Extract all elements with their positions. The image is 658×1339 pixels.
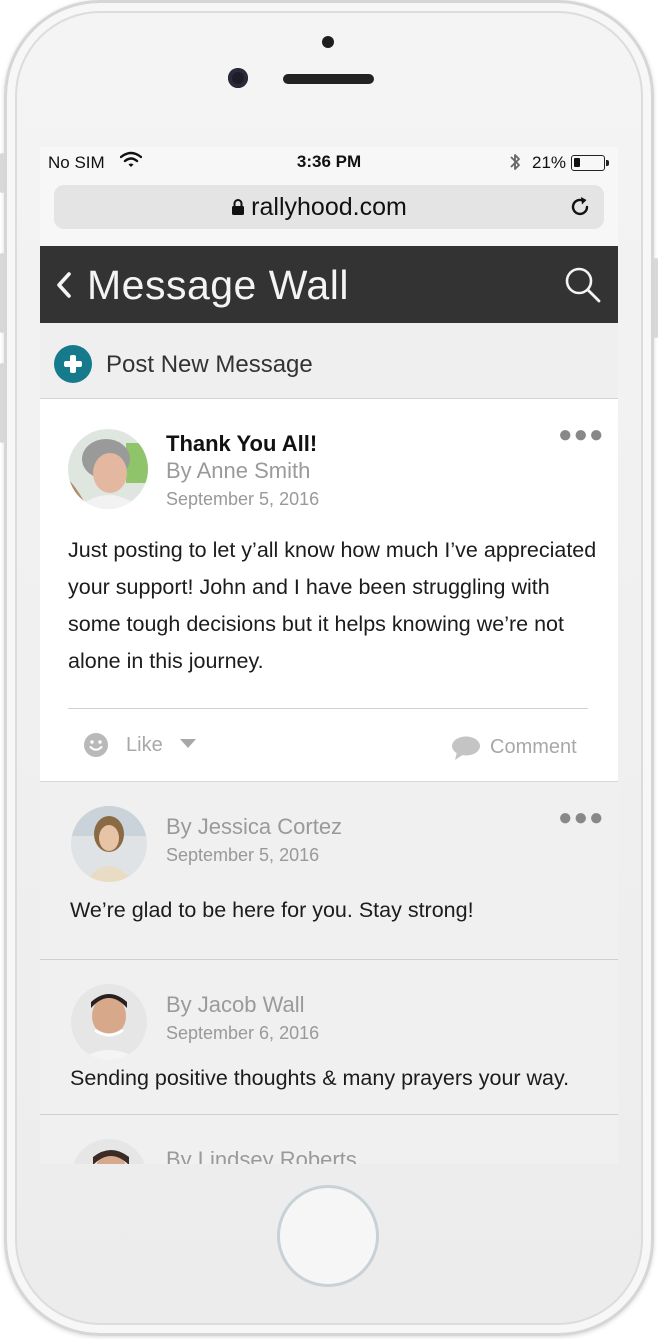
battery-percent: 21% [532,153,567,172]
reply-author[interactable]: By Lindsey Roberts [166,1147,357,1164]
reply-item: ●●● By Jessica Cortez September 5, 2016 … [40,782,618,960]
avatar[interactable] [68,429,148,509]
proximity-sensor [322,36,334,48]
post-date: September 5, 2016 [166,489,320,509]
back-chevron-icon[interactable] [54,270,74,305]
status-bar: No SIM 3:36 PM 21% [40,147,618,179]
caret-down-icon[interactable] [180,739,196,748]
battery-icon [571,155,609,171]
power-button [654,258,658,338]
battery-nub [606,160,609,166]
reply-item: By Jacob Wall September 6, 2016 Sending … [40,960,618,1115]
avatar[interactable] [71,1139,147,1164]
avatar[interactable] [71,984,147,1060]
reload-icon[interactable] [568,195,592,224]
reply-author[interactable]: By Jessica Cortez [166,814,342,840]
url-text: rallyhood.com [251,193,407,221]
message-post: ●●● Thank You All! By Anne Smith Septemb… [40,399,618,782]
reply-date: September 6, 2016 [166,1023,320,1043]
post-body: Just posting to let y’all know how much … [68,538,597,673]
reply-text: Sending positive thoughts & many prayers… [70,1066,570,1090]
page-title: Message Wall [87,262,349,308]
address-bar[interactable]: rallyhood.com [54,185,604,229]
mute-switch [0,153,4,193]
reply-author[interactable]: By Jacob Wall [166,992,305,1018]
reply-date: September 5, 2016 [166,845,320,865]
divider [68,708,588,709]
post-author[interactable]: By Anne Smith [166,458,310,484]
plus-icon [54,345,92,383]
comment-button[interactable]: Comment [490,736,577,759]
reply-text: We’re glad to be here for you. Stay stro… [70,898,474,922]
battery-fill [574,158,580,167]
post-title: Thank You All! [166,431,318,456]
post-new-message-button[interactable]: Post New Message [40,323,618,399]
search-icon[interactable] [564,266,602,309]
smiley-icon[interactable] [83,732,109,763]
comment-bubble-icon[interactable] [451,735,481,766]
reply-item: By Lindsey Roberts [40,1115,618,1164]
front-camera [228,68,248,88]
earpiece-speaker [283,74,374,84]
more-icon[interactable]: ●●● [558,421,605,449]
volume-up-button [0,253,4,333]
avatar[interactable] [71,806,147,882]
home-button[interactable] [277,1185,379,1287]
bluetooth-icon [508,152,522,177]
like-button[interactable]: Like [126,734,163,757]
volume-down-button [0,363,4,443]
app-header: Message Wall [40,246,618,323]
more-icon[interactable]: ●●● [558,804,605,832]
post-new-message-label: Post New Message [106,351,313,378]
screen: No SIM 3:36 PM 21% rallyhood.com Message… [40,147,618,1164]
